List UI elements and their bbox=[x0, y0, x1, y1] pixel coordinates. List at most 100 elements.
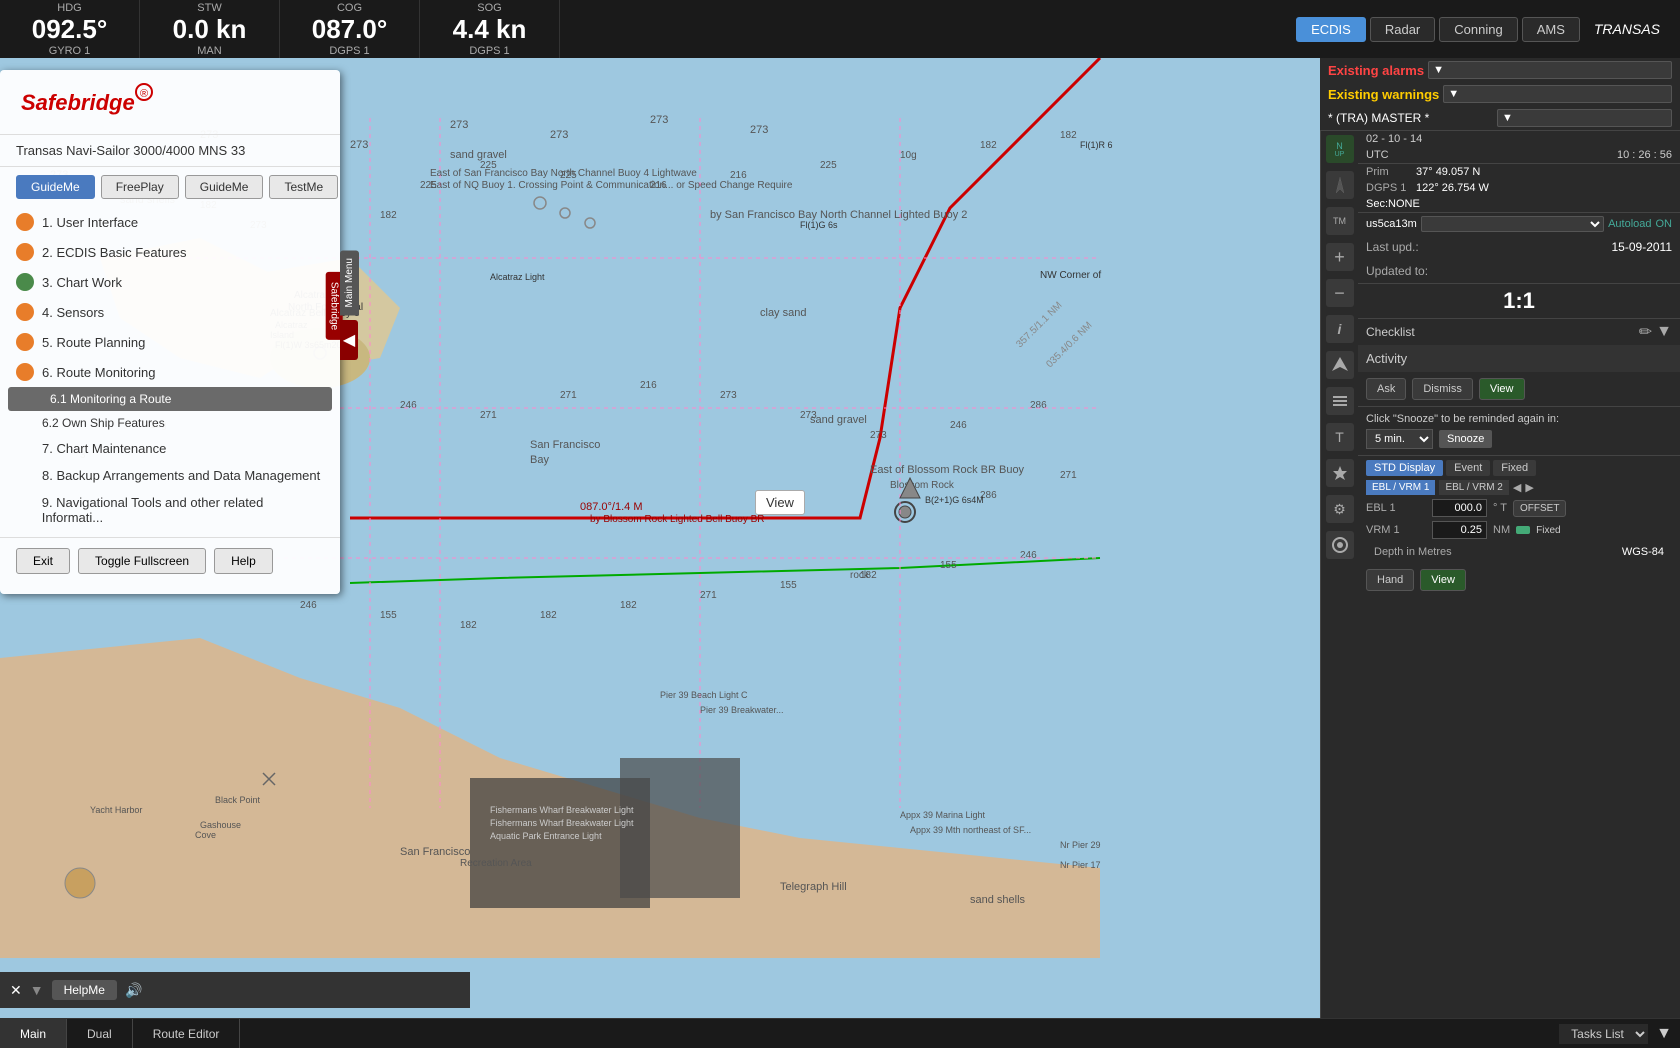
circle-icon[interactable] bbox=[1326, 531, 1354, 559]
alarms-section: Existing alarms ▼ Existing warnings ▼ * … bbox=[1320, 58, 1680, 131]
view2-button[interactable]: View bbox=[1420, 569, 1466, 591]
alarms-dropdown-arrow[interactable]: ▼ bbox=[1428, 61, 1672, 79]
status-main[interactable]: Main bbox=[0, 1019, 67, 1048]
menu-icon-4 bbox=[16, 303, 34, 321]
menu-item-5[interactable]: 5. Route Planning bbox=[0, 327, 340, 357]
gear-icon[interactable]: ⚙ bbox=[1326, 495, 1354, 523]
utc-label: UTC bbox=[1366, 149, 1389, 161]
master-label: * (TRA) MASTER * bbox=[1328, 111, 1493, 125]
svg-text:246: 246 bbox=[950, 420, 967, 431]
helpme-down-icon[interactable]: ▼ bbox=[30, 982, 44, 998]
hand-button[interactable]: Hand bbox=[1366, 569, 1414, 591]
menu-item-9[interactable]: 9. Navigational Tools and other related … bbox=[0, 489, 340, 531]
main-menu-tab[interactable]: Main Menu bbox=[340, 250, 359, 315]
menu-item-8[interactable]: 8. Backup Arrangements and Data Manageme… bbox=[0, 462, 340, 489]
ebl1-row: EBL 1 ° T OFFSET bbox=[1366, 499, 1672, 517]
view-button[interactable]: View bbox=[1479, 378, 1525, 400]
sec-row: Sec:NONE bbox=[1358, 196, 1680, 212]
svg-text:Cove: Cove bbox=[195, 830, 216, 840]
compass-icon-btn[interactable]: N UP bbox=[1326, 135, 1354, 163]
fixed-tab[interactable]: Fixed bbox=[1493, 460, 1536, 476]
sub-item-6-2[interactable]: 6.2 Own Ship Features bbox=[0, 411, 340, 435]
svg-text:Yacht Harbor: Yacht Harbor bbox=[90, 805, 142, 815]
info-icon[interactable]: i bbox=[1326, 315, 1354, 343]
ship-icon[interactable] bbox=[1326, 351, 1354, 379]
chart-view-popup[interactable]: View bbox=[755, 490, 805, 515]
updated-to-row: Updated to: bbox=[1358, 259, 1680, 283]
menu-item-3[interactable]: 3. Chart Work bbox=[0, 267, 340, 297]
guideme2-button[interactable]: GuideMe bbox=[185, 175, 264, 199]
guideme-button[interactable]: GuideMe bbox=[16, 175, 95, 199]
helpme-close-icon[interactable]: ✕ bbox=[10, 982, 22, 999]
action-buttons-row: Ask Dismiss View bbox=[1358, 372, 1680, 406]
offset-button[interactable]: OFFSET bbox=[1513, 500, 1566, 517]
std-display-tab[interactable]: STD Display bbox=[1366, 460, 1443, 476]
status-dual[interactable]: Dual bbox=[67, 1019, 133, 1048]
depth-row: Depth in Metres WGS-84 bbox=[1366, 543, 1672, 561]
tab-ecdis[interactable]: ECDIS bbox=[1296, 17, 1366, 42]
helpme-audio-icon[interactable]: 🔊 bbox=[125, 982, 142, 999]
menu-item-1[interactable]: 1. User Interface bbox=[0, 207, 340, 237]
svg-text:271: 271 bbox=[560, 390, 577, 401]
tab-ams[interactable]: AMS bbox=[1522, 17, 1580, 42]
chart-select[interactable] bbox=[1421, 216, 1604, 232]
sub-label-6-1: 6.1 Monitoring a Route bbox=[50, 392, 171, 406]
snooze-time-select[interactable]: 5 min. 10 min. 15 min. 30 min. bbox=[1366, 429, 1433, 449]
vrm1-input[interactable] bbox=[1432, 521, 1487, 539]
checklist-dropdown-icon[interactable]: ▼ bbox=[1656, 323, 1672, 341]
menu-label-1: 1. User Interface bbox=[42, 215, 138, 230]
zoom-out-btn[interactable]: − bbox=[1326, 279, 1354, 307]
tab-conning[interactable]: Conning bbox=[1439, 17, 1517, 42]
layers-icon[interactable] bbox=[1326, 387, 1354, 415]
sub-item-6-1[interactable]: 6.1 Monitoring a Route bbox=[8, 387, 332, 411]
tm-button[interactable]: TM bbox=[1326, 207, 1354, 235]
menu-item-4[interactable]: 4. Sensors bbox=[0, 297, 340, 327]
ebl-vrm1-tab[interactable]: EBL / VRM 1 bbox=[1366, 480, 1435, 495]
panel-toggle-arrow[interactable]: ◀ bbox=[340, 320, 358, 360]
hand-view-row: Hand View bbox=[1358, 565, 1680, 595]
ebl1-input[interactable] bbox=[1432, 499, 1487, 517]
svg-text:273: 273 bbox=[550, 129, 568, 141]
right-panel: Existing alarms ▼ Existing warnings ▼ * … bbox=[1320, 58, 1680, 1018]
help-button[interactable]: Help bbox=[214, 548, 273, 574]
toggle-fullscreen-button[interactable]: Toggle Fullscreen bbox=[78, 548, 206, 574]
ebl-next-arrow[interactable]: ▶ bbox=[1525, 481, 1533, 494]
tab-radar[interactable]: Radar bbox=[1370, 17, 1435, 42]
svg-text:Fl(1)G 6s: Fl(1)G 6s bbox=[800, 220, 838, 230]
helpme-button[interactable]: HelpMe bbox=[52, 980, 117, 1000]
bottom-controls: STD Display Event Fixed EBL / VRM 1 EBL … bbox=[1358, 455, 1680, 565]
statusbar: Main Dual Route Editor Tasks List ▼ bbox=[0, 1018, 1680, 1048]
tasks-list-arrow[interactable]: ▼ bbox=[1648, 1025, 1680, 1043]
menu-item-6[interactable]: 6. Route Monitoring bbox=[0, 357, 340, 387]
chart-section: us5ca13m Autoload ON Last upd.: 15-09-20… bbox=[1358, 213, 1680, 284]
svg-text:286: 286 bbox=[1030, 400, 1047, 411]
date-row: 02 - 10 - 14 bbox=[1358, 131, 1680, 147]
master-dropdown-arrow[interactable]: ▼ bbox=[1497, 109, 1672, 127]
guide-panel: Safebridge ® Transas Navi-Sailor 3000/40… bbox=[0, 70, 340, 594]
tasks-list-select[interactable]: Tasks List bbox=[1559, 1024, 1648, 1044]
menu-item-7[interactable]: 7. Chart Maintenance bbox=[0, 435, 340, 462]
menu-label-2: 2. ECDIS Basic Features bbox=[42, 245, 187, 260]
snooze-button[interactable]: Snooze bbox=[1439, 430, 1492, 448]
status-right: Tasks List ▼ bbox=[1559, 1024, 1680, 1044]
panel-title: Transas Navi-Sailor 3000/4000 MNS 33 bbox=[0, 135, 340, 167]
star-icon[interactable] bbox=[1326, 459, 1354, 487]
north-arrow-icon[interactable] bbox=[1326, 171, 1354, 199]
anchor-icon[interactable]: T bbox=[1326, 423, 1354, 451]
ask-button[interactable]: Ask bbox=[1366, 378, 1406, 400]
ebl-prev-arrow[interactable]: ◀ bbox=[1513, 481, 1521, 494]
testme-button[interactable]: TestMe bbox=[269, 175, 338, 199]
zoom-in-btn[interactable]: + bbox=[1326, 243, 1354, 271]
checklist-edit-icon[interactable]: ✏ bbox=[1639, 322, 1652, 342]
freeplay-button[interactable]: FreePlay bbox=[101, 175, 179, 199]
dismiss-button[interactable]: Dismiss bbox=[1412, 378, 1473, 400]
panel-footer: Exit Toggle Fullscreen Help bbox=[0, 537, 340, 584]
event-tab[interactable]: Event bbox=[1446, 460, 1490, 476]
exit-button[interactable]: Exit bbox=[16, 548, 70, 574]
svg-text:East of Blossom Rock BR Buoy: East of Blossom Rock BR Buoy bbox=[870, 464, 1025, 476]
existing-alarms-row: Existing alarms ▼ bbox=[1320, 58, 1680, 82]
status-route-editor[interactable]: Route Editor bbox=[133, 1019, 241, 1048]
warnings-dropdown-arrow[interactable]: ▼ bbox=[1443, 85, 1672, 103]
ebl-vrm2-tab[interactable]: EBL / VRM 2 bbox=[1439, 480, 1508, 495]
menu-item-2[interactable]: 2. ECDIS Basic Features bbox=[0, 237, 340, 267]
